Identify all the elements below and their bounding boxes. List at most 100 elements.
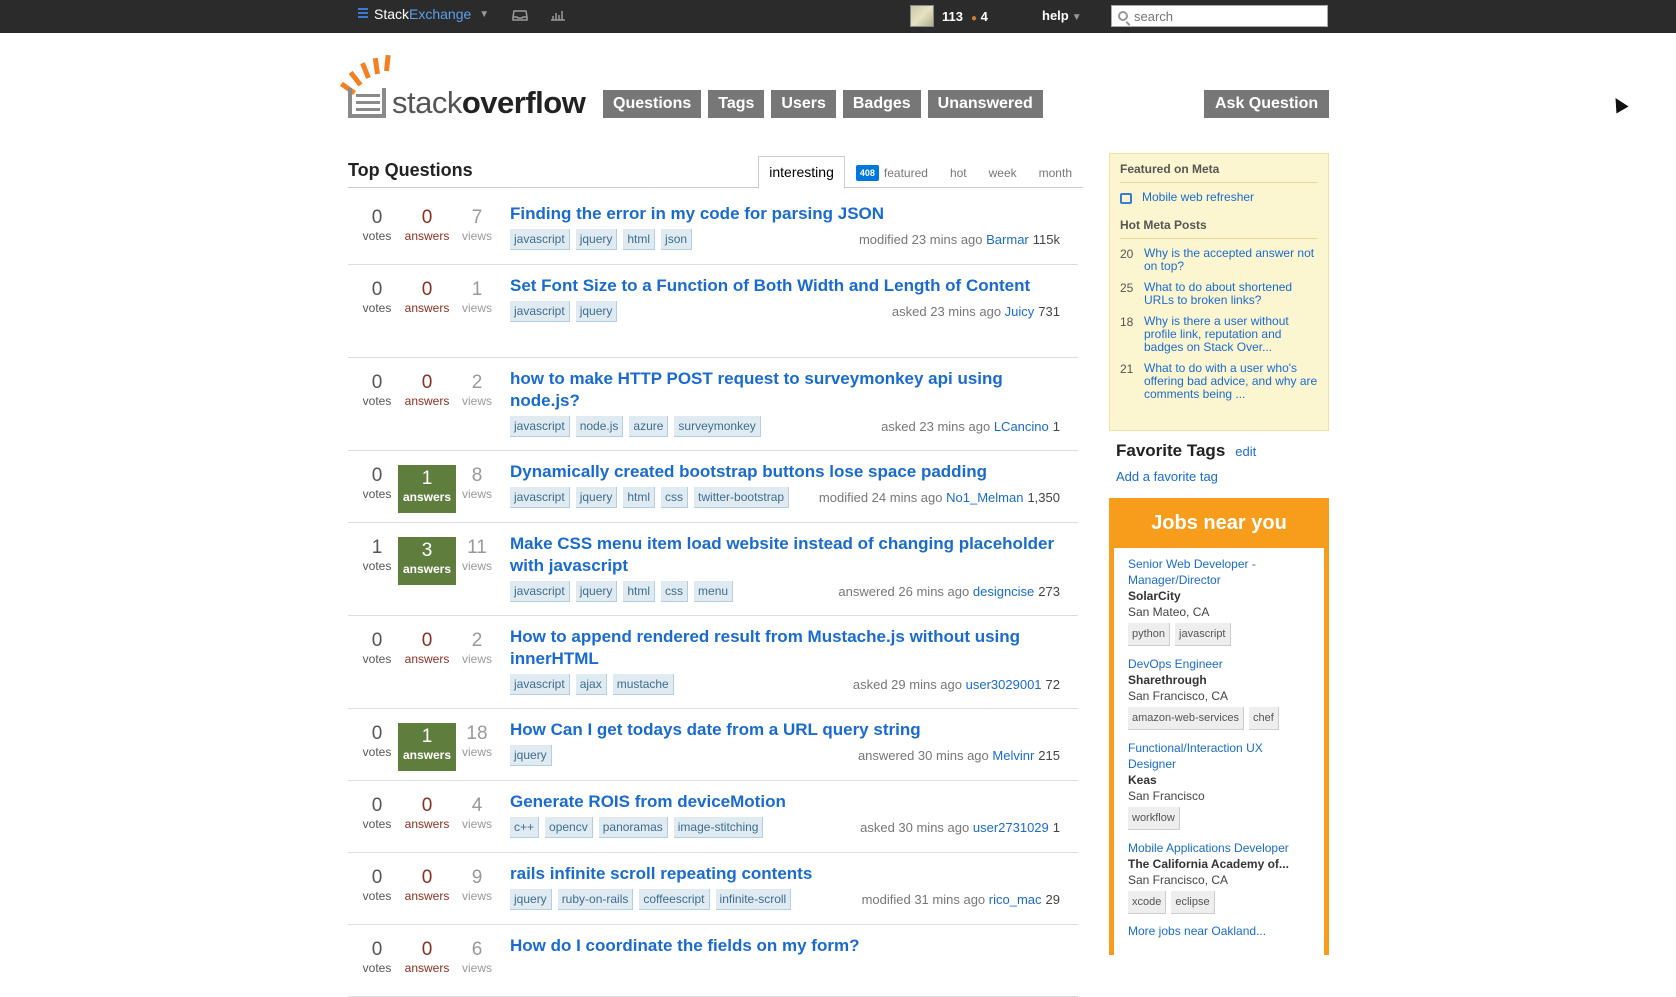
activity-text: answered 26 mins ago	[838, 584, 970, 599]
tab-week[interactable]: week	[978, 166, 1028, 188]
activity-text: asked 23 mins ago	[891, 304, 1002, 319]
tag-jquery[interactable]: jquery	[575, 301, 618, 322]
nav-unanswered[interactable]: Unanswered	[927, 90, 1043, 118]
tag-javascript[interactable]: javascript	[510, 229, 570, 250]
user-link[interactable]: Melvinr	[992, 748, 1034, 763]
nav-tags[interactable]: Tags	[708, 90, 765, 118]
tag-javascript[interactable]: javascript	[510, 487, 570, 508]
hot-meta-post[interactable]: 20 Why is the accepted answer not on top?	[1120, 247, 1318, 273]
tag-javascript[interactable]: javascript	[510, 581, 570, 602]
job-tag[interactable]: chef	[1248, 707, 1279, 730]
tag-html[interactable]: html	[623, 581, 656, 602]
tab-month[interactable]: month	[1028, 166, 1083, 188]
nav-questions[interactable]: Questions	[603, 90, 702, 118]
tag-infinite-scroll[interactable]: infinite-scroll	[715, 889, 792, 910]
job-tag[interactable]: xcode	[1128, 891, 1167, 914]
ask-question-button[interactable]: Ask Question	[1204, 90, 1330, 118]
tag-c-[interactable]: c++	[510, 817, 540, 838]
tab-featured[interactable]: 408 featured	[845, 165, 939, 188]
tag-mustache[interactable]: mustache	[612, 674, 674, 695]
hot-meta-link[interactable]: Why is there a user without profile link…	[1144, 315, 1318, 354]
achievements-icon[interactable]	[550, 8, 566, 22]
question-title-link[interactable]: How Can I get todays date from a URL que…	[510, 719, 1060, 741]
jobs-heading[interactable]: Jobs near you	[1114, 498, 1324, 548]
edit-favorites-link[interactable]: edit	[1235, 444, 1256, 459]
user-link[interactable]: Barmar	[986, 232, 1029, 247]
hot-meta-post[interactable]: 18 Why is there a user without profile li…	[1120, 315, 1318, 354]
tag-jquery[interactable]: jquery	[575, 229, 618, 250]
tag-ajax[interactable]: ajax	[575, 674, 607, 695]
featured-meta-link[interactable]: Mobile web refresher	[1142, 191, 1254, 204]
add-favorite-tag-link[interactable]: Add a favorite tag	[1116, 469, 1326, 484]
job-title-link[interactable]: Senior Web Developer - Manager/Director	[1128, 556, 1310, 588]
question-title-link[interactable]: Finding the error in my code for parsing…	[510, 203, 1060, 225]
search-box[interactable]	[1111, 5, 1328, 27]
job-tag[interactable]: workflow	[1128, 807, 1180, 830]
tag-jquery[interactable]: jquery	[510, 889, 552, 910]
user-link[interactable]: Juicy	[1005, 304, 1035, 319]
tag-html[interactable]: html	[623, 229, 656, 250]
logo-fan-4	[372, 57, 380, 75]
hot-meta-link[interactable]: Why is the accepted answer not on top?	[1144, 247, 1318, 273]
inbox-icon[interactable]	[512, 8, 528, 22]
tag-javascript[interactable]: javascript	[510, 301, 570, 322]
tag-ruby-on-rails[interactable]: ruby-on-rails	[557, 889, 634, 910]
tab-interesting[interactable]: interesting	[758, 156, 845, 189]
job-tag[interactable]: javascript	[1175, 623, 1231, 646]
tag-css[interactable]: css	[661, 487, 689, 508]
question-title-link[interactable]: Make CSS menu item load website instead …	[510, 533, 1060, 577]
hot-meta-link[interactable]: What to do with a user who's offering ba…	[1144, 362, 1318, 401]
user-link[interactable]: LCancino	[994, 419, 1049, 434]
job-title-link[interactable]: DevOps Engineer	[1128, 656, 1310, 672]
featured-meta-item[interactable]: Mobile web refresher	[1120, 191, 1318, 204]
help-menu[interactable]: help ▼	[1042, 8, 1082, 23]
tag-node-js[interactable]: node.js	[575, 416, 624, 437]
question-title-link[interactable]: rails infinite scroll repeating contents	[510, 863, 1060, 885]
nav-badges[interactable]: Badges	[842, 90, 921, 118]
tag-coffeescript[interactable]: coffeescript	[639, 889, 710, 910]
question-title-link[interactable]: Set Font Size to a Function of Both Widt…	[510, 275, 1060, 297]
answer-label: answers	[402, 490, 452, 504]
tag-jquery[interactable]: jquery	[575, 581, 618, 602]
tag-javascript[interactable]: javascript	[510, 674, 570, 695]
user-link[interactable]: rico_mac	[989, 892, 1042, 907]
tag-css[interactable]: css	[661, 581, 689, 602]
question-title-link[interactable]: How do I coordinate the fields on my for…	[510, 935, 1060, 957]
hot-meta-link[interactable]: What to do about shortened URLs to broke…	[1144, 281, 1318, 307]
question-title-link[interactable]: how to make HTTP POST request to surveym…	[510, 368, 1060, 412]
user-link[interactable]: user2731029	[973, 820, 1049, 835]
user-link[interactable]: No1_Melman	[946, 490, 1023, 505]
nav-users[interactable]: Users	[771, 90, 836, 118]
tag-javascript[interactable]: javascript	[510, 416, 570, 437]
tag-jquery[interactable]: jquery	[575, 487, 618, 508]
more-jobs-link[interactable]: More jobs near Oakland...	[1128, 924, 1310, 938]
avatar[interactable]	[910, 5, 934, 27]
stackexchange-menu[interactable]: Stack Exchange ▼	[356, 6, 489, 22]
hot-meta-post[interactable]: 25 What to do about shortened URLs to bro…	[1120, 281, 1318, 307]
tag-azure[interactable]: azure	[629, 416, 669, 437]
tag-menu[interactable]: menu	[694, 581, 734, 602]
user-rep-area[interactable]: 113 ● 4	[910, 5, 988, 27]
tag-jquery[interactable]: jquery	[510, 745, 552, 766]
tag-opencv[interactable]: opencv	[545, 817, 593, 838]
site-logo[interactable]: stackoverflow	[339, 54, 586, 120]
search-input[interactable]	[1134, 8, 1314, 24]
job-title-link[interactable]: Functional/Interaction UX Designer	[1128, 740, 1310, 772]
tag-image-stitching[interactable]: image-stitching	[673, 817, 764, 838]
job-tag[interactable]: amazon-web-services	[1128, 707, 1244, 730]
tab-hot[interactable]: hot	[939, 166, 978, 188]
hot-meta-post[interactable]: 21 What to do with a user who's offering …	[1120, 362, 1318, 401]
job-tag[interactable]: python	[1128, 623, 1171, 646]
tag-html[interactable]: html	[623, 487, 656, 508]
tag-twitter-bootstrap[interactable]: twitter-bootstrap	[694, 487, 790, 508]
question-title-link[interactable]: Dynamically created bootstrap buttons lo…	[510, 461, 1060, 483]
user-link[interactable]: designcise	[973, 584, 1034, 599]
job-title-link[interactable]: Mobile Applications Developer	[1128, 840, 1310, 856]
tag-panoramas[interactable]: panoramas	[598, 817, 668, 838]
user-link[interactable]: user3029001	[966, 677, 1042, 692]
question-title-link[interactable]: Generate ROIS from deviceMotion	[510, 791, 1060, 813]
question-title-link[interactable]: How to append rendered result from Musta…	[510, 626, 1060, 670]
tag-surveymonkey[interactable]: surveymonkey	[674, 416, 761, 437]
job-tag[interactable]: eclipse	[1171, 891, 1215, 914]
tag-json[interactable]: json	[661, 229, 693, 250]
